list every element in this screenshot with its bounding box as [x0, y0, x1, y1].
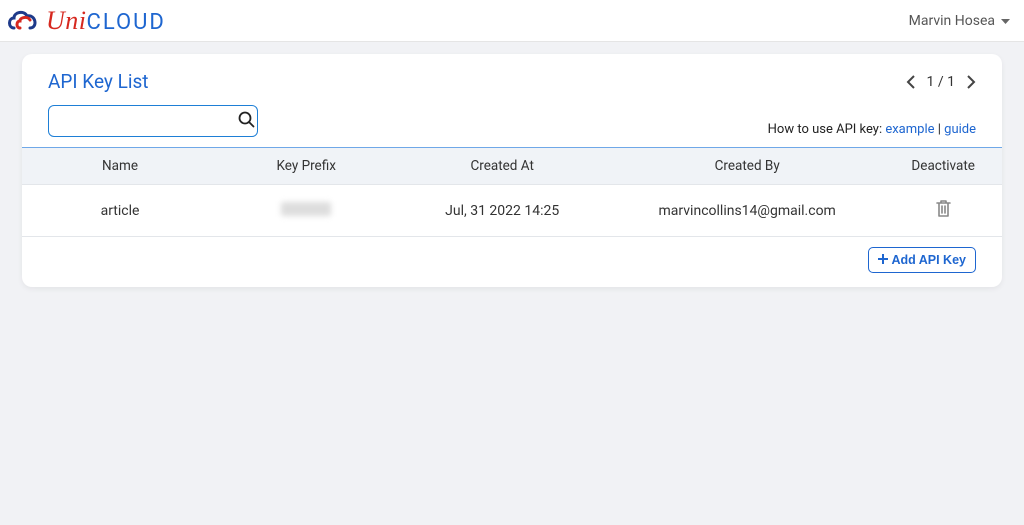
help-guide-link[interactable]: guide: [944, 122, 976, 137]
search-box[interactable]: [48, 105, 258, 137]
card-footer: Add API Key: [22, 237, 1002, 273]
cell-created-by: marvincollins14@gmail.com: [610, 203, 884, 219]
cell-created-at: Jul, 31 2022 14:25: [394, 203, 610, 219]
col-header-prefix: Key Prefix: [218, 158, 394, 174]
cell-name: article: [22, 203, 218, 219]
col-header-created-at: Created At: [394, 158, 610, 174]
pagination: 1 / 1: [906, 74, 977, 90]
user-menu[interactable]: Marvin Hosea: [909, 13, 1010, 29]
card-header: API Key List 1 / 1: [22, 54, 1002, 97]
page-prev-button[interactable]: [906, 75, 915, 89]
plus-icon: [878, 253, 888, 267]
col-header-name: Name: [22, 158, 218, 174]
brand-text: UniCLOUD: [46, 6, 166, 36]
api-key-card: API Key List 1 / 1 How to use API key: e…: [22, 54, 1002, 287]
search-input[interactable]: [57, 113, 238, 129]
add-api-key-button[interactable]: Add API Key: [868, 247, 976, 273]
user-name: Marvin Hosea: [909, 13, 995, 29]
brand-logo[interactable]: UniCLOUD: [6, 6, 166, 36]
col-header-deactivate: Deactivate: [884, 158, 1002, 174]
cell-deactivate: [884, 199, 1002, 222]
table-row: article Jul, 31 2022 14:25 marvincollins…: [22, 185, 1002, 237]
cell-prefix: [218, 202, 394, 220]
obscured-prefix: [281, 202, 331, 216]
help-example-link[interactable]: example: [885, 122, 934, 137]
cloud-icon: [6, 8, 42, 34]
page-title: API Key List: [48, 70, 148, 93]
col-header-created-by: Created By: [610, 158, 884, 174]
table-header: Name Key Prefix Created At Created By De…: [22, 148, 1002, 185]
api-key-table: Name Key Prefix Created At Created By De…: [22, 147, 1002, 237]
search-row: How to use API key: example | guide: [22, 97, 1002, 147]
search-icon[interactable]: [238, 111, 255, 132]
chevron-down-icon: [1001, 13, 1010, 29]
add-api-key-label: Add API Key: [891, 253, 966, 267]
topbar: UniCLOUD Marvin Hosea: [0, 0, 1024, 42]
page-indicator: 1 / 1: [927, 74, 956, 90]
help-text: How to use API key: example | guide: [768, 122, 976, 137]
page-next-button[interactable]: [967, 75, 976, 89]
trash-icon[interactable]: [935, 199, 952, 218]
